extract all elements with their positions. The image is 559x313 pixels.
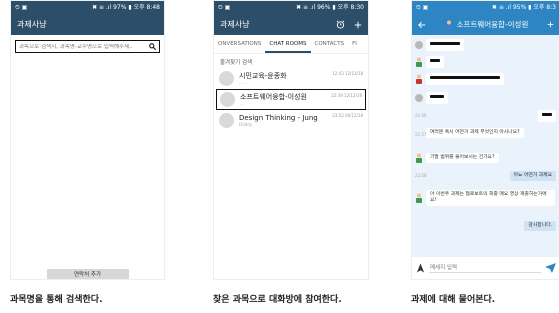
message-bubble: 여러분 혹시 어떤거 과제 무엇인지 아시나요? bbox=[426, 128, 526, 139]
send-icon[interactable] bbox=[545, 263, 556, 273]
message-list[interactable]: 22:56 22:57 여러분 혹시 어떤거 과제 무엇인지 아시나요? 기말 … bbox=[412, 35, 559, 257]
message-text: 여러분 혹시 어떤거 과제 무엇인지 아시나요? bbox=[426, 128, 524, 139]
tab-contacts[interactable]: CONTACTS bbox=[311, 35, 349, 53]
message-row: 아 이번주 과제는 협로보트의 회중 매요 영상 제출하는거에요! bbox=[415, 190, 555, 207]
room-preview: · · · · bbox=[239, 81, 248, 86]
status-left: ⏲ ▣ bbox=[218, 4, 231, 11]
navigation-arrow-icon[interactable] bbox=[416, 263, 425, 273]
chat-room-item-highlighted[interactable]: 소프트웨어융합-이성원 · · 22:39 12/12/18 bbox=[216, 89, 366, 110]
subject-search-box[interactable] bbox=[15, 40, 160, 53]
message-text: 아뇨 어떤거 과제요 bbox=[509, 171, 556, 182]
status-bar: ⏲ ▣ ✖ ≡ .ıl 96% ▮ 오후 8:30 bbox=[214, 1, 368, 14]
redacted-message bbox=[415, 39, 464, 52]
app-bar: 과제사냥 bbox=[214, 14, 368, 35]
phone-chatrooms-screen: ⏲ ▣ ✖ ≡ .ıl 96% ▮ 오후 8:30 과제사냥 ONVERSATI… bbox=[213, 0, 369, 280]
redacted-message bbox=[415, 73, 504, 86]
status-bar: ⏲ ▣ ✖ ≡ .ıl 95% ▮ 오후 8:3 bbox=[412, 1, 559, 14]
timestamp: 22:57 bbox=[415, 132, 427, 137]
status-bar: ⏲ ▣ ✖ ≡ .ıl 97% ▮ 오후 8:48 bbox=[11, 1, 164, 14]
redacted-message bbox=[415, 56, 444, 69]
tab-conversations[interactable]: ONVERSATIONS bbox=[214, 35, 265, 53]
caption-ask: 과제에 대해 물어본다. bbox=[411, 295, 496, 305]
back-arrow-icon[interactable] bbox=[418, 21, 426, 29]
person-icon bbox=[416, 57, 422, 68]
app-title: 과제사냥 bbox=[17, 20, 47, 29]
message-row-mine: 아뇨 어떤거 과제요 bbox=[509, 171, 556, 182]
group-avatar-icon bbox=[220, 92, 235, 107]
caption-join: 찾은 과목으로 대화방에 참여한다. bbox=[213, 295, 342, 305]
person-icon bbox=[416, 153, 422, 164]
plus-icon[interactable] bbox=[354, 21, 362, 29]
chat-room-item[interactable]: Design Thinking - Jung Ddddy 23:52 06/12… bbox=[216, 110, 366, 131]
app-title: 과제사냥 bbox=[220, 20, 250, 29]
person-icon bbox=[416, 74, 422, 85]
room-preview: Ddddy bbox=[239, 122, 253, 127]
status-right: ✖ ≡ .ıl 95% ▮ 오후 8:3 bbox=[491, 4, 556, 11]
room-time: 22:39 12/12/18 bbox=[331, 93, 362, 98]
app-bar: 과제사냥 bbox=[11, 14, 164, 35]
tab-files[interactable]: FI bbox=[348, 35, 361, 53]
room-avatar-icon bbox=[445, 20, 453, 30]
redacted-message-mine bbox=[538, 110, 556, 123]
status-left: ⏲ ▣ bbox=[416, 4, 429, 11]
user-avatar-icon bbox=[415, 94, 423, 103]
redacted-message bbox=[415, 92, 448, 105]
search-icon[interactable] bbox=[149, 43, 156, 50]
message-text: 아 이번주 과제는 협로보트의 회중 매요 영상 제출하는거에요! bbox=[426, 190, 555, 207]
room-time: 12:43 12/12/18 bbox=[332, 71, 363, 76]
room-time: 23:52 06/12/18 bbox=[332, 113, 363, 118]
chat-title: 소프트웨어융합-이성원 bbox=[456, 20, 529, 29]
plus-icon[interactable] bbox=[547, 21, 554, 28]
message-text: 기말 범위를 물어보시는 건가요? bbox=[426, 153, 499, 164]
message-composer bbox=[412, 257, 559, 279]
user-avatar-icon bbox=[415, 41, 423, 50]
alarm-clock-icon[interactable] bbox=[336, 20, 345, 29]
caption-search: 과목명을 통해 검색한다. bbox=[10, 295, 103, 305]
person-icon bbox=[416, 193, 422, 204]
chat-room-item[interactable]: 시민교육-윤종화 · · · · 12:43 12/12/18 bbox=[216, 68, 366, 89]
tab-chat-rooms[interactable]: CHAT ROOMS bbox=[265, 35, 311, 53]
add-contact-button[interactable]: 연락처 추가 bbox=[46, 269, 129, 279]
subject-search-input[interactable] bbox=[19, 43, 139, 50]
group-avatar-icon bbox=[219, 113, 234, 128]
tab-bar: ONVERSATIONS CHAT ROOMS CONTACTS FI bbox=[214, 35, 368, 54]
phone-search-screen: ⏲ ▣ ✖ ≡ .ıl 97% ▮ 오후 8:48 과제사냥 연락처 추가 bbox=[10, 0, 165, 280]
favorites-search-label: 즐겨찾기 검색 bbox=[220, 60, 253, 66]
room-preview: · · bbox=[240, 102, 244, 107]
timestamp: 22:58 bbox=[415, 173, 427, 178]
message-row-mine: 감사합니다. bbox=[524, 221, 556, 232]
message-row: 기말 범위를 물어보시는 건가요? bbox=[415, 153, 499, 164]
app-bar: 소프트웨어융합-이성원 bbox=[412, 14, 559, 35]
phone-chat-screen: ⏲ ▣ ✖ ≡ .ıl 95% ▮ 오후 8:3 소프트웨어융합-이성원 22:… bbox=[411, 0, 559, 280]
status-right: ✖ ≡ .ıl 96% ▮ 오후 8:30 bbox=[296, 4, 364, 11]
status-left: ⏲ ▣ bbox=[15, 4, 28, 11]
message-input[interactable] bbox=[429, 263, 541, 273]
timestamp: 22:56 bbox=[415, 113, 427, 118]
status-right: ✖ ≡ .ıl 97% ▮ 오후 8:48 bbox=[92, 4, 160, 11]
message-text: 감사합니다. bbox=[524, 221, 556, 232]
group-avatar-icon bbox=[219, 71, 234, 86]
